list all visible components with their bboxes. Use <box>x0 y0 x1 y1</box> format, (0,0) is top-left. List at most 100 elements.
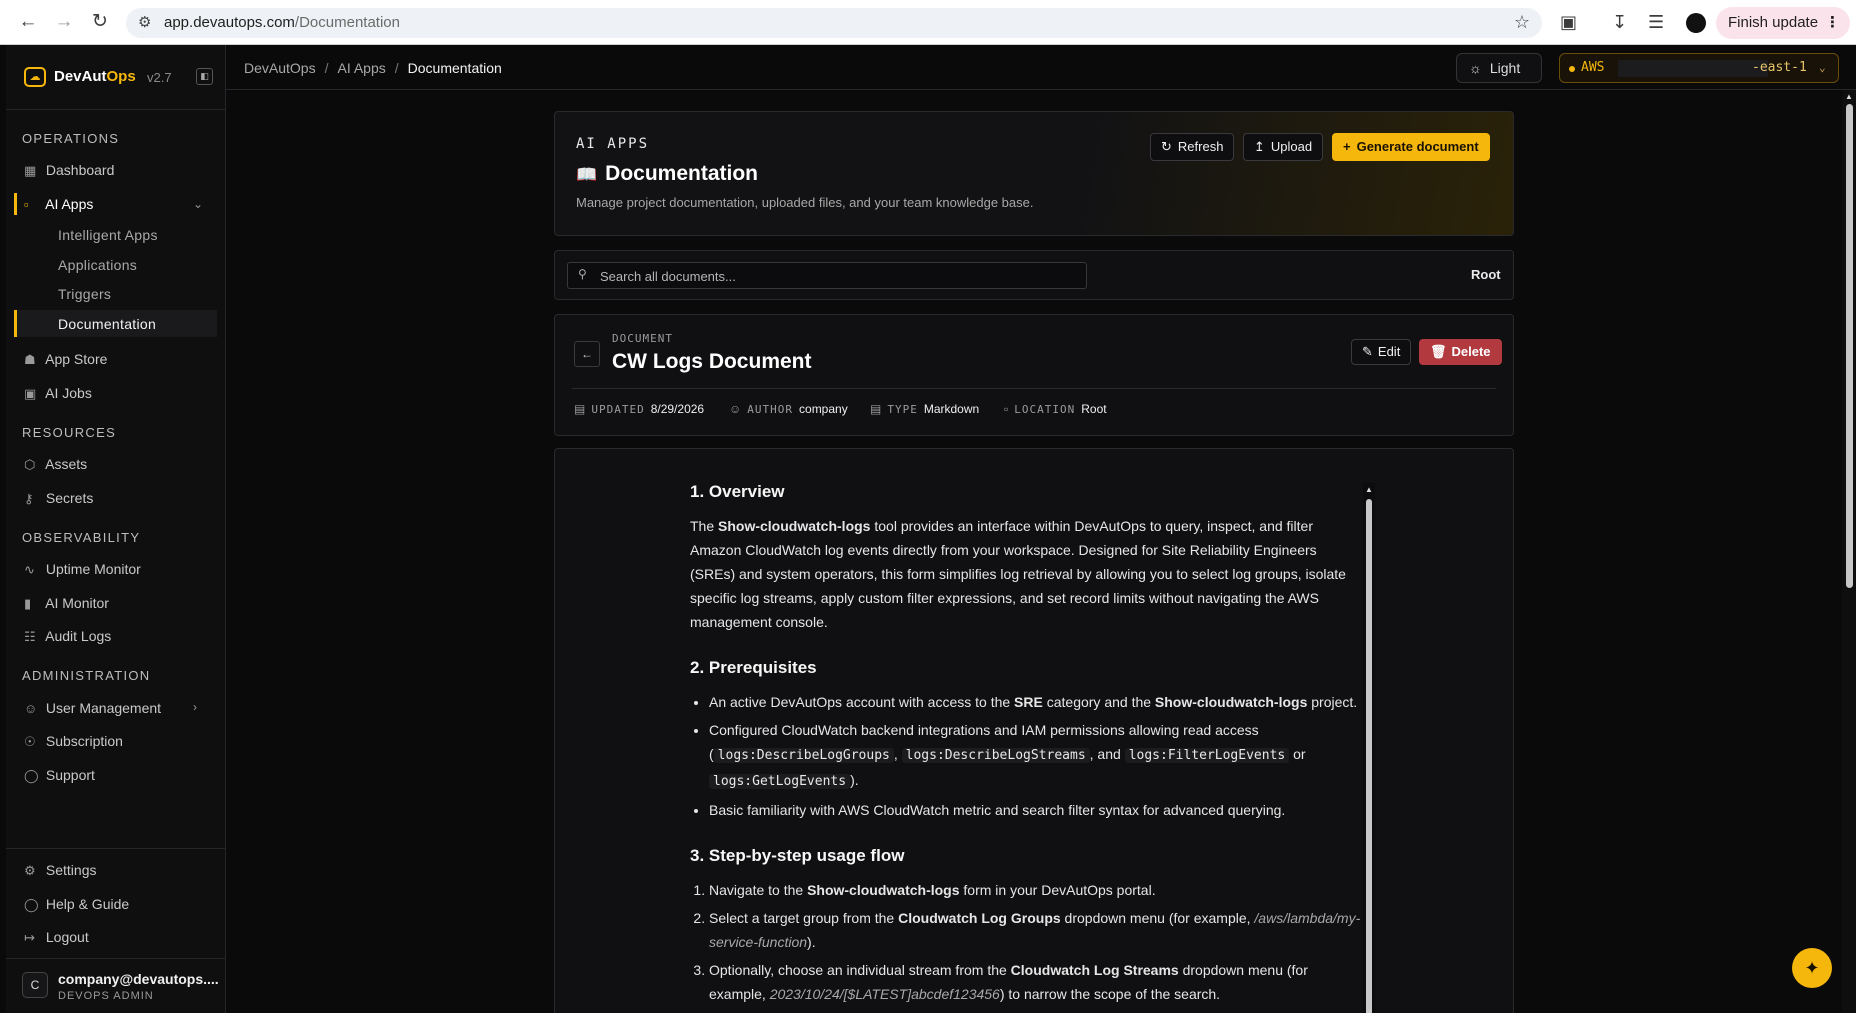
help-circle-icon: ◯ <box>24 768 39 783</box>
sidebar-item-assets[interactable]: ⬡ Assets <box>24 453 87 475</box>
pulse-icon: ∿ <box>24 562 35 577</box>
sidebar-item-user-management[interactable]: ☺ User Management <box>24 697 161 719</box>
calendar-icon: ▤ <box>574 402 586 416</box>
sidebar-item-uptime-monitor[interactable]: ∿ Uptime Monitor <box>24 558 141 580</box>
scrollbar-thumb[interactable] <box>1366 499 1372 1013</box>
version-label: v2.7 <box>147 70 172 85</box>
back-arrow-icon[interactable]: ← <box>16 10 40 34</box>
list-item: Navigate to the Show-cloudwatch-logs for… <box>709 878 1362 902</box>
sidebar-divider-user <box>6 958 226 959</box>
list-item: Configured CloudWatch backend integratio… <box>709 718 1362 794</box>
sidebar-item-dashboard[interactable]: ▦ Dashboard <box>24 159 114 181</box>
sidebar-item-applications[interactable]: Applications <box>58 254 137 276</box>
page-title: 📖 Documentation <box>576 162 759 185</box>
sidebar-item-support[interactable]: ◯ Support <box>24 764 95 786</box>
scroll-up-icon[interactable]: ▲ <box>1365 485 1373 494</box>
aws-account-selector[interactable]: AWS -east-1 ⌄ <box>1559 53 1839 83</box>
sidebar-collapse-icon[interactable]: ◧ <box>196 68 213 85</box>
bar-chart-icon: ▮ <box>24 596 32 611</box>
logs-icon: ☷ <box>24 629 36 644</box>
user-role: DEVOPS ADMIN <box>58 990 154 1002</box>
document-header-card <box>554 314 1514 436</box>
sidebar-item-ai-apps[interactable]: ▫ AI Apps <box>24 193 93 215</box>
page-subtitle: Manage project documentation, uploaded f… <box>576 195 1034 210</box>
sidebar-item-triggers[interactable]: Triggers <box>58 283 111 305</box>
aws-region: -east-1 <box>1752 60 1807 75</box>
extensions-icon[interactable]: ▣ <box>1560 10 1577 34</box>
upload-icon: ↥ <box>1254 139 1265 154</box>
more-menu-icon[interactable]: ⋮ <box>1825 7 1840 39</box>
user-email: company@devautops.... <box>58 971 219 987</box>
scroll-up-icon[interactable]: ▲ <box>1845 92 1853 101</box>
store-icon: ☗ <box>24 352 36 367</box>
section-operations: OPERATIONS <box>22 131 120 146</box>
ai-assistant-sparkle-icon[interactable]: ✦ <box>1792 948 1832 988</box>
back-arrow-icon[interactable]: ← <box>574 341 600 367</box>
heading-usage-flow: 3. Step-by-step usage flow <box>690 846 905 865</box>
edit-button[interactable]: ✎ Edit <box>1351 339 1412 365</box>
sidebar-item-logout[interactable]: ↦ Logout <box>24 926 89 948</box>
upload-button[interactable]: ↥ Upload <box>1243 133 1324 161</box>
refresh-button[interactable]: ↻ Refresh <box>1150 133 1235 161</box>
briefcase-icon: ▣ <box>24 386 37 401</box>
sidebar-item-audit-logs[interactable]: ☷ Audit Logs <box>24 625 111 647</box>
chevron-right-icon[interactable]: › <box>193 700 197 714</box>
sidebar-item-app-store[interactable]: ☗ App Store <box>24 348 107 370</box>
redacted-account <box>1618 60 1768 77</box>
refresh-icon: ↻ <box>1161 139 1172 154</box>
sidebar-item-help-guide[interactable]: ◯ Help & Guide <box>24 893 129 915</box>
sidebar-item-intelligent-apps[interactable]: Intelligent Apps <box>58 224 158 246</box>
shield-icon: ☉ <box>24 734 36 749</box>
download-icon[interactable]: ↧ <box>1612 10 1627 34</box>
scrollbar-thumb[interactable] <box>1846 104 1853 588</box>
section-resources: RESOURCES <box>22 425 117 440</box>
breadcrumb-ai-apps[interactable]: AI Apps <box>337 60 385 76</box>
search-box[interactable]: ⚲ <box>567 262 1087 289</box>
gear-icon: ⚙ <box>24 863 36 878</box>
user-avatar[interactable]: C <box>22 972 48 998</box>
list-item: Select a target group from the Cloudwatc… <box>709 906 1362 954</box>
delete-button[interactable]: 🗑 Delete <box>1419 339 1502 365</box>
prerequisites-list: An active DevAutOps account with access … <box>709 690 1362 822</box>
sidebar-item-subscription[interactable]: ☉ Subscription <box>24 730 123 752</box>
folder-location[interactable]: Root <box>1471 267 1501 282</box>
generate-document-button[interactable]: + Generate document <box>1332 133 1490 161</box>
bookmark-star-icon[interactable]: ☆ <box>1514 12 1530 33</box>
document-body: 1. Overview The Show-cloudwatch-logs too… <box>690 480 1362 1013</box>
site-settings-icon[interactable]: ⚙ <box>138 13 151 31</box>
user-icon: ☺ <box>729 402 742 416</box>
forward-arrow-icon[interactable]: → <box>52 10 76 34</box>
sidebar-item-ai-monitor[interactable]: ▮ AI Monitor <box>24 592 109 614</box>
browser-toolbar: ← → ↻ ⚙ app.devautops.com/Documentation … <box>0 0 1856 45</box>
reload-icon[interactable]: ↻ <box>88 10 112 34</box>
list-item: An active DevAutOps account with access … <box>709 690 1362 714</box>
trash-icon: 🗑 <box>1430 344 1447 359</box>
overview-paragraph: The Show-cloudwatch-logs tool provides a… <box>690 518 1346 630</box>
devautops-logo-icon: ☁ <box>24 67 46 87</box>
sidebar-item-documentation[interactable]: Documentation <box>58 313 156 335</box>
sun-icon: ☼ <box>1469 60 1482 76</box>
sidebar-item-settings[interactable]: ⚙ Settings <box>24 859 96 881</box>
list-item: Optionally, choose an individual stream … <box>709 958 1362 1006</box>
page-scrollbar[interactable]: ▲ <box>1842 90 1856 1013</box>
section-administration: ADMINISTRATION <box>22 668 151 683</box>
chevron-down-icon[interactable]: ⌄ <box>193 197 203 211</box>
media-controls-icon[interactable]: ☰ <box>1648 10 1664 34</box>
meta-updated: ▤ UPDATED 8/29/2026 <box>574 402 705 416</box>
finish-update-button[interactable]: Finish update ⋮ <box>1716 7 1850 39</box>
address-bar[interactable]: ⚙ app.devautops.com/Documentation ☆ <box>126 8 1542 38</box>
sidebar-item-ai-jobs[interactable]: ▣ AI Jobs <box>24 382 92 404</box>
document-scrollbar[interactable]: ▲ <box>1363 483 1375 1013</box>
active-indicator <box>14 193 17 215</box>
status-dot <box>1569 66 1575 72</box>
theme-toggle-button[interactable]: ☼ Light <box>1456 53 1542 83</box>
brand-name[interactable]: DevAutOps <box>54 68 136 85</box>
breadcrumb-devautops[interactable]: DevAutOps <box>244 60 316 76</box>
sidebar-item-secrets[interactable]: ⚷ Secrets <box>24 487 93 509</box>
heading-overview: 1. Overview <box>690 482 785 501</box>
meta-location: ▫ LOCATION Root <box>1004 402 1107 416</box>
profile-avatar[interactable] <box>1686 13 1706 33</box>
search-input[interactable] <box>600 266 1080 286</box>
grid-icon: ▦ <box>24 163 37 178</box>
meta-type: ▤ TYPE Markdown <box>870 402 980 416</box>
